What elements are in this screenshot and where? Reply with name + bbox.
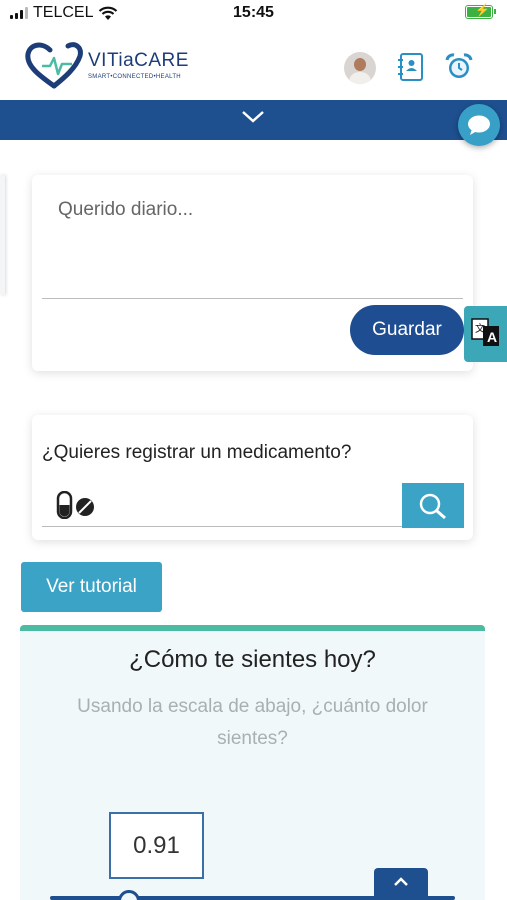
diary-input[interactable] [42, 187, 463, 299]
chat-button[interactable] [458, 104, 500, 146]
avatar[interactable] [344, 52, 376, 84]
chat-bubble-icon [468, 115, 490, 135]
app-header: VITiaCARE SMART•CONNECTED•HEALTH [0, 32, 507, 100]
translate-button[interactable]: A 文 [464, 306, 507, 362]
brand-tagline: SMART•CONNECTED•HEALTH [88, 74, 181, 80]
medication-card: ¿Quieres registrar un medicamento? [32, 415, 473, 540]
pain-scale-subtitle: Usando la escala de abajo, ¿cuánto dolor… [77, 696, 428, 749]
battery-icon: ⚡ [465, 3, 496, 19]
pain-value-display: 0.91 [109, 812, 204, 879]
scroll-top-button[interactable] [374, 868, 428, 900]
search-icon [419, 493, 446, 520]
medication-question: ¿Quieres registrar un medicamento? [42, 442, 352, 463]
contacts-icon[interactable] [396, 52, 426, 82]
brand-name: VITiaCARE [88, 50, 189, 71]
pills-icon [56, 491, 94, 519]
brand-logo[interactable]: VITiaCARE SMART•CONNECTED•HEALTH [24, 40, 189, 90]
chevron-down-icon[interactable] [240, 108, 266, 126]
status-bar: TELCEL 15:45 ⚡ [0, 0, 507, 26]
translate-icon: A 文 [471, 318, 499, 346]
diary-card: Guardar [32, 175, 473, 371]
save-button[interactable]: Guardar [350, 305, 464, 355]
alarm-clock-icon[interactable] [444, 52, 474, 82]
svg-text:A: A [487, 329, 497, 345]
pain-scale-title: ¿Cómo te sientes hoy? [129, 646, 376, 673]
tutorial-button[interactable]: Ver tutorial [21, 562, 162, 612]
chevron-up-icon [394, 877, 408, 886]
side-panel-edge[interactable] [0, 175, 5, 295]
pain-scale-card: ¿Cómo te sientes hoy? Usando la escala d… [20, 625, 485, 900]
collapse-bar[interactable] [0, 100, 507, 140]
svg-text:文: 文 [475, 322, 485, 335]
medication-search-field[interactable] [42, 483, 402, 527]
clock: 15:45 [233, 4, 274, 21]
heart-pulse-logo-icon [25, 42, 83, 89]
pain-slider-thumb[interactable] [118, 890, 140, 900]
medication-search-button[interactable] [402, 483, 464, 528]
